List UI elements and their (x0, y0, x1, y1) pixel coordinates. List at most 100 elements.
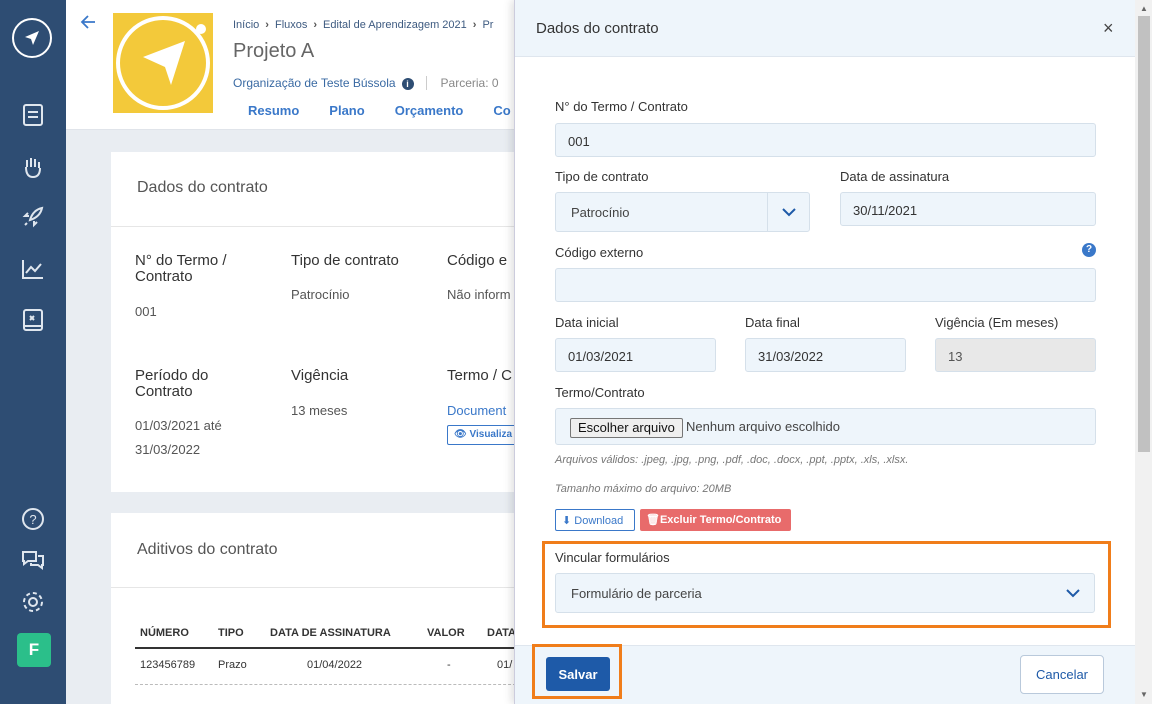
additives-card-title: Aditivos do contrato (137, 541, 278, 558)
sign-date-input[interactable]: 30/11/2021 (840, 192, 1096, 226)
chevron-down-icon (767, 193, 809, 231)
end-date-label: Data final (745, 315, 800, 330)
chevron-down-icon (1052, 574, 1094, 612)
period-label: Período do Contrato (135, 367, 209, 400)
cancel-button[interactable]: Cancelar (1020, 655, 1104, 694)
help-icon[interactable]: ? (1082, 243, 1096, 257)
row-divider (135, 684, 521, 685)
term-file-label: Termo/Contrato (555, 385, 645, 400)
type-select-value: Patrocínio (571, 205, 630, 220)
tab-orcamento[interactable]: Orçamento (395, 103, 464, 118)
max-size-hint: Tamanho máximo do arquivo: 20MB (555, 483, 732, 495)
panel-title: Dados do contrato (536, 20, 659, 37)
download-label: Download (574, 515, 624, 527)
breadcrumb-flows[interactable]: Fluxos (275, 19, 307, 31)
column-header: TIPO (218, 627, 244, 639)
type-select[interactable]: Patrocínio (555, 192, 810, 232)
scroll-down-arrow-icon[interactable]: ▼ (1140, 690, 1148, 699)
trash-icon: 🗑 (646, 514, 660, 526)
breadcrumb-current[interactable]: Pr (482, 19, 493, 31)
contract-edit-panel: Dados do contrato × N° do Termo / Contra… (514, 0, 1152, 704)
code-value: Não inform (447, 287, 511, 302)
sign-date-label: Data de assinatura (840, 169, 950, 184)
save-highlight (532, 644, 622, 699)
document-list-icon[interactable] (20, 102, 46, 128)
external-code-label: Código externo (555, 245, 644, 260)
choose-file-button[interactable]: Escolher arquivo (570, 418, 683, 438)
table-cell: 123456789 (140, 659, 196, 671)
contract-card: Dados do contrato N° do Termo / Contrato… (111, 152, 527, 492)
file-status: Nenhum arquivo escolhido (686, 419, 840, 434)
compass-icon[interactable] (12, 18, 52, 58)
validity-label: Vigência (291, 367, 349, 384)
sidebar: ? F (0, 0, 66, 704)
validity-input: 13 (935, 338, 1096, 372)
project-logo (113, 13, 213, 113)
table-cell: Prazo (218, 659, 247, 671)
tab-contrato[interactable]: Co (493, 103, 510, 118)
column-header: DATA (487, 627, 516, 639)
forms-select[interactable]: Formulário de parceria (555, 573, 1095, 613)
scroll-thumb[interactable] (1138, 16, 1150, 452)
chart-line-icon[interactable] (20, 256, 46, 282)
help-icon[interactable]: ? (20, 506, 46, 532)
tab-resumo[interactable]: Resumo (248, 103, 299, 118)
gear-icon[interactable] (20, 589, 46, 615)
delete-term-button[interactable]: 🗑Excluir Termo/Contrato (640, 509, 791, 531)
tab-plano[interactable]: Plano (329, 103, 364, 118)
organization-link[interactable]: Organização de Teste Bússola (233, 76, 396, 90)
start-date-input[interactable]: 01/03/2021 (555, 338, 716, 372)
chat-icon[interactable] (20, 547, 46, 573)
forms-label: Vincular formulários (555, 550, 670, 565)
column-header: DATA DE ASSINATURA (270, 627, 391, 639)
file-input: Escolher arquivo Nenhum arquivo escolhid… (555, 408, 1096, 445)
breadcrumb-home[interactable]: Início (233, 19, 259, 31)
validity-label: Vigência (Em meses) (935, 315, 1059, 330)
additives-card: Aditivos do contrato NÚMERO TIPO DATA DE… (111, 513, 521, 704)
term-value: 001 (135, 304, 157, 319)
end-date-input[interactable]: 31/03/2022 (745, 338, 906, 372)
scroll-up-arrow-icon[interactable]: ▲ (1140, 4, 1148, 13)
svg-text:?: ? (29, 512, 36, 527)
valid-files-hint: Arquivos válidos: .jpeg, .jpg, .png, .pd… (555, 454, 909, 466)
term-label: N° do Termo / Contrato (135, 252, 227, 285)
term-label: N° do Termo / Contrato (555, 99, 688, 114)
divider (111, 587, 521, 588)
rocket-icon[interactable] (20, 204, 46, 230)
view-button-label: Visualiza (469, 429, 513, 440)
table-cell: 01/04/2022 (307, 659, 363, 671)
breadcrumb: Início › Fluxos › Edital de Aprendizagem 202… (233, 19, 494, 31)
hand-heart-icon[interactable] (20, 154, 46, 180)
column-header: VALOR (427, 627, 465, 639)
type-label: Tipo de contrato (555, 169, 649, 184)
period-value-start: 01/03/2021 até (135, 418, 222, 433)
panel-header: Dados do contrato × (515, 0, 1135, 57)
type-value: Patrocínio (291, 287, 350, 302)
download-icon: ⬇ (562, 515, 572, 527)
term-input[interactable]: 001 (555, 123, 1096, 157)
project-tabs: Resumo Plano Orçamento Co (248, 103, 541, 118)
breadcrumb-edital[interactable]: Edital de Aprendizagem 2021 (323, 19, 467, 31)
table-cell: 01/ (497, 659, 513, 671)
type-label: Tipo de contrato (291, 252, 399, 269)
document-link[interactable]: Document (447, 403, 506, 418)
avatar[interactable]: F (17, 633, 51, 667)
page-title: Projeto A (233, 40, 315, 62)
contract-card-title: Dados do contrato (137, 179, 268, 196)
term-doc-label: Termo / C (447, 367, 513, 384)
table-cell: - (447, 659, 451, 671)
period-value-end: 31/03/2022 (135, 442, 201, 457)
info-icon[interactable]: i (401, 78, 414, 90)
start-date-label: Data inicial (555, 315, 619, 330)
download-button[interactable]: ⬇ Download (555, 509, 635, 531)
external-code-input[interactable] (555, 268, 1096, 302)
code-label: Código e (447, 252, 508, 269)
column-header: NÚMERO (140, 627, 189, 639)
back-arrow-icon[interactable] (80, 14, 96, 35)
organization-line: Organização de Teste Bússola i Parceria: 0 (233, 76, 499, 90)
delete-term-label: Excluir Termo/Contrato (659, 514, 782, 526)
scrollbar[interactable]: ▲ ▼ (1135, 0, 1152, 704)
divider (111, 226, 521, 227)
book-icon[interactable] (20, 307, 46, 333)
close-icon[interactable]: × (1103, 18, 1114, 39)
